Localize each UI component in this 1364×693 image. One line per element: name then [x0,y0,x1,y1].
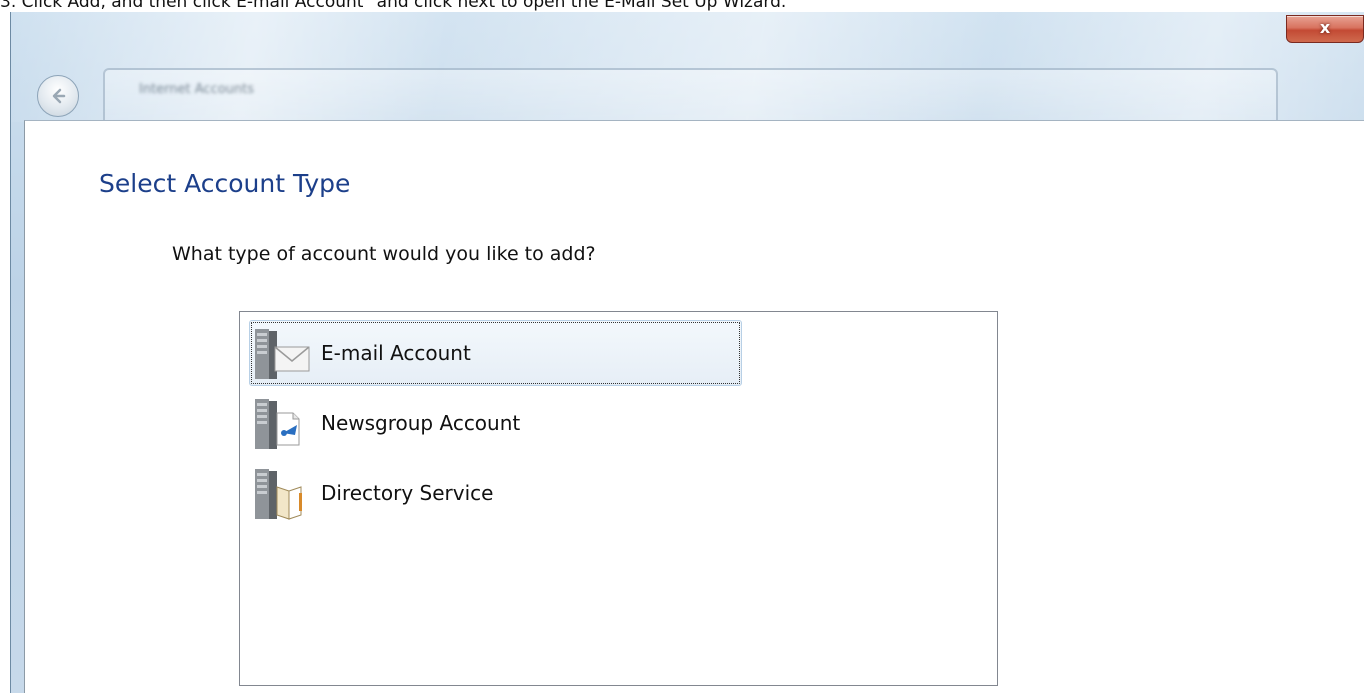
page-title: Select Account Type [99,169,351,198]
item-label: Directory Service [321,481,494,505]
item-label: Newsgroup Account [321,411,521,435]
wizard-window: x Internet Accounts Select Account Type … [0,12,1364,693]
list-item-directory-service[interactable]: Directory Service [249,460,742,526]
email-server-icon [255,329,310,379]
newsgroup-server-icon [255,399,300,449]
item-label: E-mail Account [321,341,471,365]
list-item-email-account[interactable]: E-mail Account [249,320,742,386]
list-item-newsgroup-account[interactable]: Newsgroup Account [249,390,742,456]
back-button[interactable] [37,75,79,117]
account-type-list[interactable]: E-mail Account Newsgroup Account Directo… [239,311,998,686]
question-label: What type of account would you like to a… [172,243,596,265]
close-button[interactable]: x [1286,15,1364,43]
wizard-content: Select Account Type What type of account… [24,120,1364,693]
directory-server-icon [255,469,302,520]
window-title: Internet Accounts [139,82,255,97]
back-arrow-icon [52,88,66,104]
